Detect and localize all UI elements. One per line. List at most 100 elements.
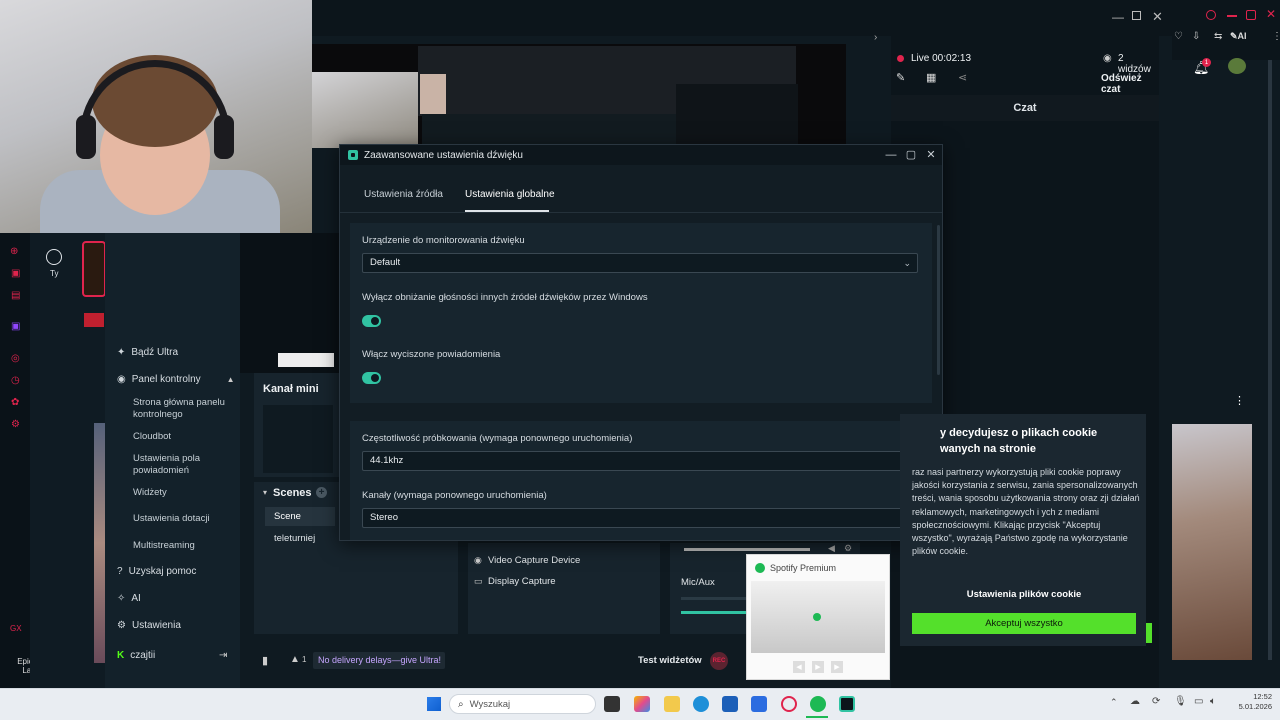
sidebar-item-multistreaming[interactable]: Multistreaming (133, 540, 233, 552)
chevron-up-icon[interactable]: ⌃ (1110, 697, 1118, 708)
twitch-icon[interactable]: ▣ (11, 321, 20, 332)
search-icon[interactable] (1206, 10, 1216, 20)
promo-banner[interactable]: No delivery delays—give Ultra! (313, 652, 445, 669)
test-widgets-button[interactable]: Test widżetów (638, 655, 702, 666)
sidebar-item-ultra[interactable]: ✦ Bądź Ultra (117, 347, 178, 358)
opera-gx-icon[interactable] (781, 696, 797, 712)
taskbar-clock[interactable]: 12:52 5.01.2026 (1228, 692, 1272, 712)
spotify-icon (813, 613, 821, 621)
close-icon[interactable]: ✕ (1152, 9, 1163, 25)
copilot-icon[interactable] (634, 696, 650, 712)
message-icon[interactable]: ▣ (11, 268, 20, 279)
taskbar-search[interactable]: ⌕ Wyszukaj (449, 694, 596, 714)
muted-notifications-label: Włącz wyciszone powiadomienia (362, 349, 501, 360)
minimize-icon[interactable] (1227, 15, 1237, 17)
avatar[interactable] (1228, 58, 1246, 74)
settings-icon[interactable]: ⚙ (11, 419, 20, 430)
play-icon[interactable]: ▶ (812, 661, 824, 673)
previous-icon[interactable]: ◀ (793, 661, 805, 673)
alert-count: 1 (302, 655, 307, 664)
close-icon[interactable]: ✕ (1266, 7, 1276, 21)
ducking-toggle[interactable] (362, 315, 381, 327)
sidebar-item-alertbox[interactable]: Ustawienia pola powiadomień (133, 453, 233, 477)
maximize-icon[interactable] (1132, 11, 1141, 20)
task-view-icon[interactable] (604, 696, 620, 712)
maximize-icon[interactable] (1246, 10, 1256, 20)
user-icon[interactable] (46, 249, 62, 265)
tab-divider (340, 212, 942, 213)
edge-icon[interactable] (693, 696, 709, 712)
logout-icon[interactable]: ⇥ (219, 650, 227, 661)
microphone-icon[interactable]: 🎙︎ (1174, 696, 1187, 707)
channels-select[interactable]: Stereo ⌄ (362, 508, 918, 528)
sidebar-item-cloudbot[interactable]: Cloudbot (133, 431, 233, 443)
rec-button[interactable]: REC (710, 652, 728, 670)
popout-icon[interactable]: ▦ (926, 71, 936, 84)
sync-icon[interactable]: ⇆ (1214, 31, 1222, 42)
volume-slider[interactable] (684, 548, 810, 551)
edit-icon[interactable]: ✎ (896, 71, 905, 84)
add-scene-icon[interactable]: + (316, 487, 327, 498)
more-icon[interactable]: ⋮ (1272, 31, 1280, 42)
outlook-icon[interactable] (751, 696, 767, 712)
refresh-chat-button[interactable]: Odśwież czat (1101, 73, 1159, 95)
close-icon[interactable]: ✕ (923, 148, 939, 162)
sidebar-item-donations[interactable]: Ustawienia dotacji (133, 513, 233, 525)
mini-channel-panel: Kanał mini (254, 373, 340, 477)
scene-item[interactable]: teleturniej (274, 533, 315, 544)
next-icon[interactable]: ▶ (831, 661, 843, 673)
volume-icon[interactable]: 🔈︎ (1210, 696, 1216, 707)
preview-image (278, 353, 334, 367)
file-explorer-icon[interactable] (664, 696, 680, 712)
onedrive-icon[interactable]: ☁ (1130, 696, 1140, 707)
live-timer: Live 00:02:13 (911, 53, 972, 64)
sync-icon[interactable]: ⟳ (1152, 696, 1160, 707)
chevron-down-icon[interactable]: ▾ (263, 488, 267, 497)
history-icon[interactable]: ◷ (11, 375, 20, 386)
sidebar-item-help[interactable]: ? Uzyskaj pomoc (117, 566, 196, 577)
sidebar-item-dashboard[interactable]: ◉ Panel kontrolny ▲ (117, 374, 235, 385)
scrollbar[interactable] (1268, 60, 1272, 660)
chevron-right-icon[interactable]: › (874, 32, 877, 43)
source-item[interactable]: Video Capture Device (488, 555, 580, 566)
sidebar-item-ai[interactable]: ✧ AI (117, 593, 141, 604)
sidebar-item-widgets[interactable]: Widżety (133, 487, 233, 499)
sample-rate-select[interactable]: 44.1khz ⌄ (362, 451, 918, 471)
heart-icon[interactable]: ♡ (1174, 31, 1183, 42)
source-item[interactable]: Display Capture (488, 576, 556, 587)
share-icon[interactable]: ⋖ (958, 71, 967, 84)
share-icon[interactable]: ⇩ (1192, 31, 1200, 42)
maximize-icon[interactable]: ▢ (903, 148, 919, 162)
stats-icon[interactable]: ▮ (262, 654, 268, 667)
tab-source-settings[interactable]: Ustawienia źródła (364, 189, 443, 200)
speaker-icon[interactable]: ◀ (828, 543, 835, 554)
extensions-icon[interactable]: ✿ (11, 397, 19, 408)
volume-slider[interactable] (681, 611, 751, 614)
media-icon[interactable]: ▤ (11, 290, 20, 301)
chat-icon[interactable]: ⊕ (10, 246, 18, 257)
spotify-title: Spotify Premium (770, 563, 837, 573)
accept-all-button[interactable]: Akceptuj wszystko (912, 613, 1136, 634)
sidebar-item-settings[interactable]: ⚙ Ustawienia (117, 620, 181, 631)
streamlabs-icon[interactable] (839, 696, 855, 712)
cookie-settings-button[interactable]: Ustawienia plików cookie (912, 585, 1136, 605)
spotify-preview (751, 581, 885, 653)
sidebar-item-account[interactable]: Kczajtii (117, 650, 155, 661)
minimize-icon[interactable]: — (883, 148, 899, 162)
spotify-icon[interactable] (810, 696, 826, 712)
ai-icon[interactable]: ✎AI (1230, 31, 1247, 42)
network-icon[interactable]: ▭ (1194, 696, 1203, 707)
store-icon[interactable] (722, 696, 738, 712)
scene-item[interactable]: Scene (265, 507, 335, 526)
more-icon[interactable]: ⋮ (1234, 394, 1245, 407)
minimize-icon[interactable]: — (1112, 10, 1124, 24)
monitor-device-select[interactable]: Default ⌄ (362, 253, 918, 273)
target-icon[interactable]: ◎ (11, 353, 20, 364)
tab-global-settings[interactable]: Ustawienia globalne (465, 189, 555, 200)
dialog-scrollbar[interactable] (937, 225, 940, 375)
muted-notifications-toggle[interactable] (362, 372, 381, 384)
alert-icon[interactable]: ▲ (290, 654, 300, 665)
sidebar-item-dashboard-home[interactable]: Strona główna panelu kontrolnego (133, 397, 233, 421)
windows-start-icon[interactable] (427, 697, 441, 711)
gear-icon[interactable]: ⚙ (844, 543, 852, 554)
